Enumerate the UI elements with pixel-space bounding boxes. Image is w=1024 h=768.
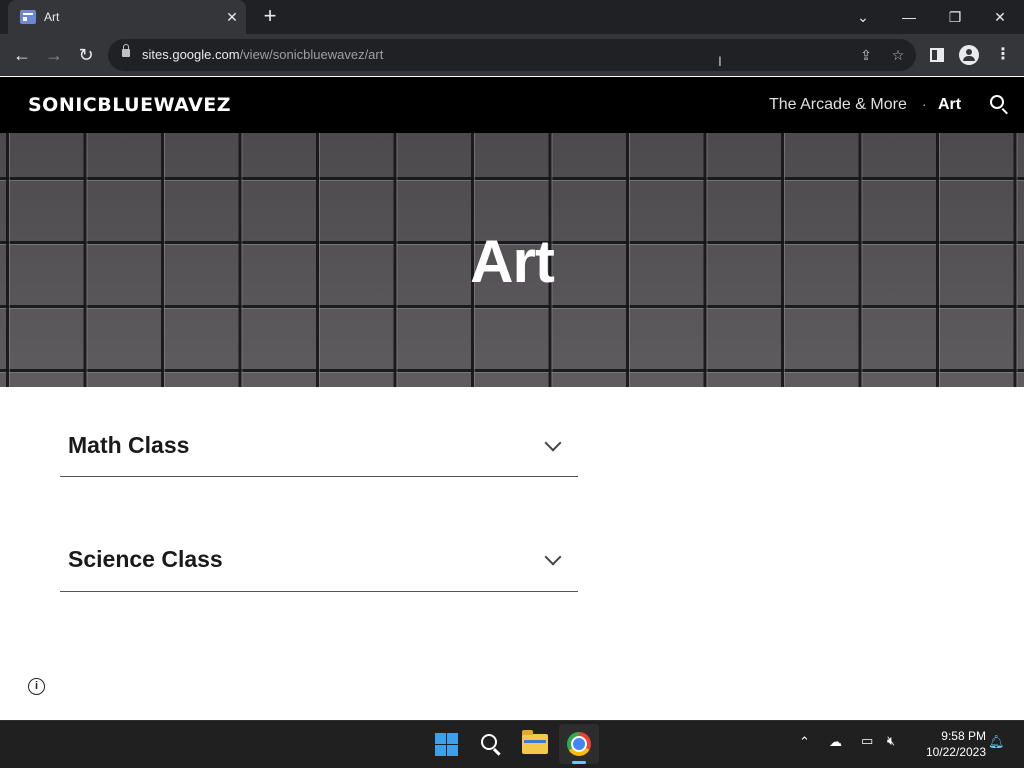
onedrive-icon[interactable]: ☁ [829,734,842,750]
file-explorer-icon[interactable] [522,730,548,754]
chevron-down-icon[interactable] [544,548,562,566]
network-icon[interactable]: ▭ [861,733,873,749]
nav-separator: · [922,96,927,112]
collapsible-section-science[interactable]: Science Class [60,502,578,592]
tray-overflow-chevron-icon[interactable]: ⌃ [799,734,810,750]
minimize-button[interactable]: — [894,4,924,30]
hero-banner: Art [0,133,1024,387]
chevron-down-icon[interactable] [544,434,562,452]
volume-muted-icon[interactable]: 🔇︎ [887,733,895,749]
notification-bell-icon[interactable]: 🔔︎ [988,734,1005,750]
site-header: SONICBLUEWAVEZ The Arcade & More · Art [0,77,1024,133]
address-bar[interactable]: sites.google.com/view/sonicbluewavez/art… [108,39,916,71]
windows-start-icon[interactable] [435,733,458,756]
browser-toolbar: ← → ↻ sites.google.com/view/sonicbluewav… [0,34,1024,76]
lock-icon[interactable] [122,44,130,57]
info-icon[interactable]: i [28,678,45,695]
profile-avatar-icon[interactable] [959,45,979,65]
active-app-indicator [572,761,586,764]
text-cursor-icon: I [718,53,722,69]
tab-search-chevron-icon[interactable]: ⌄ [848,4,878,30]
close-window-button[interactable]: ✕ [985,4,1015,30]
section-title[interactable]: Science Class [68,546,223,573]
new-tab-button[interactable]: + [258,5,282,29]
tab-close-icon[interactable]: ✕ [223,8,241,26]
browser-tab-strip: Art ✕ + ⌄ — ❐ ✕ [0,0,1024,34]
clock-time[interactable]: 9:58 PM [930,729,986,743]
section-title[interactable]: Math Class [68,432,189,459]
clock-date[interactable]: 10/22/2023 [914,745,986,759]
share-icon[interactable]: ⇪ [856,45,876,65]
side-panel-icon[interactable] [930,48,944,62]
page-title: Art [470,228,555,295]
tab-title: Art [44,10,60,24]
back-arrow-icon[interactable]: ← [10,43,34,67]
collapsible-section-math[interactable]: Math Class [60,387,578,477]
forward-arrow-icon[interactable]: → [42,43,66,67]
bookmark-star-icon[interactable]: ☆ [888,45,908,65]
browser-tab[interactable]: Art ✕ [8,0,246,34]
taskbar-search-icon[interactable] [481,734,497,750]
site-logo[interactable]: SONICBLUEWAVEZ [28,94,231,116]
nav-link-art[interactable]: Art [938,96,961,114]
nav-link-arcade[interactable]: The Arcade & More [769,96,907,114]
restore-button[interactable]: ❐ [940,4,970,30]
google-sites-favicon-icon [20,10,36,24]
search-icon[interactable] [990,95,1004,109]
url-text[interactable]: sites.google.com/view/sonicbluewavez/art [142,47,383,62]
reload-icon[interactable]: ↻ [74,43,98,67]
kebab-menu-icon[interactable]: ⋮ [995,44,1011,66]
chrome-icon[interactable] [567,732,591,756]
